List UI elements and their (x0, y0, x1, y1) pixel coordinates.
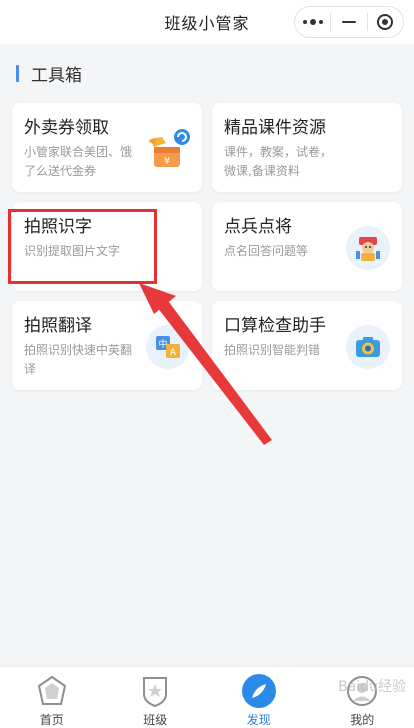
card-coupon[interactable]: 外卖券领取 小管家联合美团、饿了么送代金券 ¥ (12, 103, 202, 192)
section-accent-bar (16, 64, 19, 82)
svg-text:A: A (170, 348, 177, 358)
class-icon (137, 673, 173, 709)
more-button[interactable] (295, 7, 330, 37)
section-title: 工具箱 (31, 65, 82, 86)
profile-icon (344, 673, 380, 709)
card-desc: 课件，教案，试卷，微课,备课资料 (224, 145, 333, 178)
discover-icon (241, 673, 277, 709)
card-roll-call[interactable]: 点兵点将 点名回答问题等 (212, 202, 402, 291)
nav-header: 班级小管家 (0, 0, 414, 44)
more-icon (302, 19, 323, 25)
card-math-check[interactable]: 口算检查助手 拍照识别智能判错 (212, 301, 402, 390)
tab-label: 班级 (143, 713, 168, 727)
translate-icon: 中 A (146, 325, 190, 369)
minimize-icon (341, 21, 356, 23)
tab-label: 首页 (39, 713, 64, 727)
minimize-button[interactable] (331, 7, 366, 37)
roll-call-icon (346, 226, 390, 270)
svg-text:¥: ¥ (164, 156, 170, 167)
tab-home[interactable]: 首页 (0, 667, 104, 728)
page-title: 班级小管家 (164, 14, 250, 33)
card-desc: 拍照识别快速中英翻译 (24, 343, 133, 376)
tab-class[interactable]: 班级 (104, 667, 208, 728)
close-button[interactable] (368, 7, 403, 37)
mini-program-capsule (294, 6, 404, 38)
card-desc: 识别提取图片文字 (24, 244, 121, 258)
home-icon (34, 673, 70, 709)
camera-icon (346, 325, 390, 369)
card-title: 精品课件资源 (224, 118, 326, 138)
section-header: 工具箱 (16, 62, 82, 86)
tab-profile[interactable]: 我的 (311, 667, 414, 728)
card-courseware[interactable]: 精品课件资源 课件，教案，试卷，微课,备课资料 (212, 103, 402, 192)
bottom-tabbar: 首页 班级 发现 我的 (0, 666, 414, 728)
card-photo-ocr[interactable]: 拍照识字 识别提取图片文字 (12, 202, 202, 291)
card-title: 拍照识字 (24, 217, 92, 237)
card-photo-translate[interactable]: 拍照翻译 拍照识别快速中英翻译 中 A (12, 301, 202, 390)
card-desc: 点名回答问题等 (224, 244, 309, 258)
close-target-icon (377, 14, 394, 30)
tab-label: 我的 (350, 713, 375, 727)
coupon-icon: ¥ (146, 127, 192, 173)
card-desc: 小管家联合美团、饿了么送代金券 (24, 145, 133, 178)
card-desc: 拍照识别智能判错 (224, 343, 321, 357)
tab-label: 发现 (246, 713, 271, 727)
tab-discover[interactable]: 发现 (207, 667, 311, 728)
